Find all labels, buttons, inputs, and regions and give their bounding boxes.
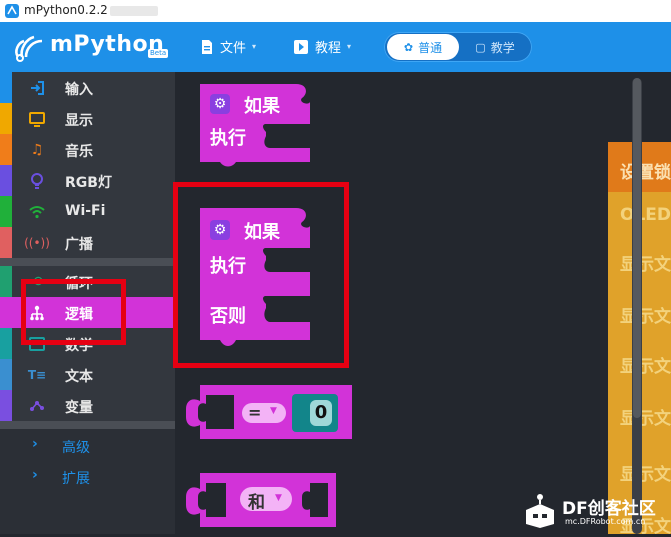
workspace-scrollbar[interactable]	[632, 78, 642, 534]
mode-toggle[interactable]: ✿ 普通 ▢ 教学	[384, 32, 532, 62]
sidebar-item-text[interactable]: T≡ 文本	[0, 359, 175, 391]
number-block[interactable]: 0	[292, 394, 338, 432]
sidebar-item-input[interactable]: 输入	[0, 72, 175, 104]
operator-value: 和	[248, 493, 265, 513]
sidebar-item-label: 变量	[65, 400, 93, 416]
mpython-logo-icon	[15, 35, 43, 62]
block-label: 设置锁	[620, 163, 671, 183]
sidebar-item-label: 高级	[62, 440, 90, 456]
text-icon: T≡	[27, 368, 47, 382]
input-icon	[31, 81, 44, 95]
app-icon	[5, 4, 19, 18]
wifi-icon	[29, 206, 45, 219]
block-label: 显示文	[620, 255, 671, 275]
highlight-box-logic	[21, 279, 126, 345]
chevron-right-icon: ›	[32, 436, 38, 452]
chevron-down-icon: ▼	[270, 406, 277, 416]
tutorial-menu-label: 教程	[315, 41, 342, 56]
block-label: 显示文	[620, 307, 671, 327]
scrollbar-thumb[interactable]	[633, 78, 641, 418]
tutorial-icon	[294, 39, 308, 54]
file-menu[interactable]: 文件 ▾	[200, 37, 256, 56]
chevron-right-icon: ›	[32, 467, 38, 483]
display-icon	[29, 112, 45, 127]
sidebar-item-advanced[interactable]: › 高级	[0, 430, 175, 460]
sidebar-item-label: 扩展	[62, 471, 90, 487]
sidebar-item-broadcast[interactable]: ((•)) 广播	[0, 227, 175, 259]
mode-normal-label: 普通	[418, 40, 443, 55]
number-input[interactable]: 0	[310, 400, 332, 426]
if-label: 如果	[244, 96, 280, 117]
variable-icon	[30, 401, 44, 411]
operator-dropdown[interactable]: = ▼	[242, 403, 286, 423]
code-icon: ▢	[475, 40, 486, 54]
sidebar-item-label: 文本	[65, 369, 93, 385]
file-menu-label: 文件	[220, 41, 247, 56]
watermark-brand: DF创客社区	[562, 499, 656, 519]
sidebar-item-label: 显示	[65, 113, 93, 129]
do-label: 执行	[210, 128, 246, 149]
mode-teach-label: 教学	[490, 40, 515, 55]
sidebar-item-label: 音乐	[65, 144, 93, 160]
app-header: mPython Beta 文件 ▾ 教程 ▾ ✿ 普通 ▢ 教学	[0, 22, 671, 72]
window-title: mPython0.2.2	[24, 3, 108, 17]
sidebar-divider	[0, 421, 175, 429]
sidebar-item-label: 广播	[65, 237, 93, 253]
dfrobot-logo-icon	[526, 494, 554, 528]
file-icon	[202, 39, 212, 54]
operator-dropdown[interactable]: 和 ▼	[240, 487, 292, 513]
watermark-url: mc.DFRobot.com.cn	[565, 517, 646, 526]
sidebar-item-label: RGB灯	[65, 175, 112, 191]
chevron-down-icon: ▾	[252, 42, 257, 51]
gear-icon[interactable]: ⚙	[210, 94, 230, 114]
window-titlebar: mPython0.2.2	[0, 0, 671, 23]
chevron-down-icon: ▼	[275, 493, 282, 503]
sidebar-item-wifi[interactable]: Wi-Fi	[0, 196, 175, 228]
tutorial-menu[interactable]: 教程 ▾	[293, 37, 351, 56]
block-label: OLED	[620, 205, 671, 225]
mode-normal-button[interactable]: ✿ 普通	[387, 34, 459, 60]
block-label: 显示文	[620, 357, 671, 377]
puzzle-icon: ✿	[403, 40, 414, 54]
block-label: 显示文	[620, 465, 671, 485]
music-icon: ♫	[30, 142, 44, 158]
chevron-down-icon: ▾	[347, 42, 352, 51]
number-value: 0	[314, 402, 328, 423]
sidebar-divider	[0, 258, 175, 266]
block-label: 显示文	[620, 409, 671, 429]
highlight-box-if-else	[173, 182, 349, 368]
sidebar-item-variable[interactable]: 变量	[0, 390, 175, 422]
sidebar-item-music[interactable]: ♫ 音乐	[0, 134, 175, 166]
sidebar-item-rgb[interactable]: RGB灯	[0, 165, 175, 197]
sidebar-item-display[interactable]: 显示	[0, 103, 175, 135]
broadcast-icon: ((•))	[24, 236, 50, 250]
beta-badge: Beta	[148, 49, 169, 58]
mode-teach-button[interactable]: ▢ 教学	[462, 34, 528, 60]
sidebar-item-label: 输入	[65, 82, 93, 98]
bulb-icon	[31, 173, 43, 189]
sidebar-item-label: Wi-Fi	[65, 203, 106, 219]
operator-value: =	[248, 403, 262, 422]
sidebar-item-extensions[interactable]: › 扩展	[0, 461, 175, 491]
